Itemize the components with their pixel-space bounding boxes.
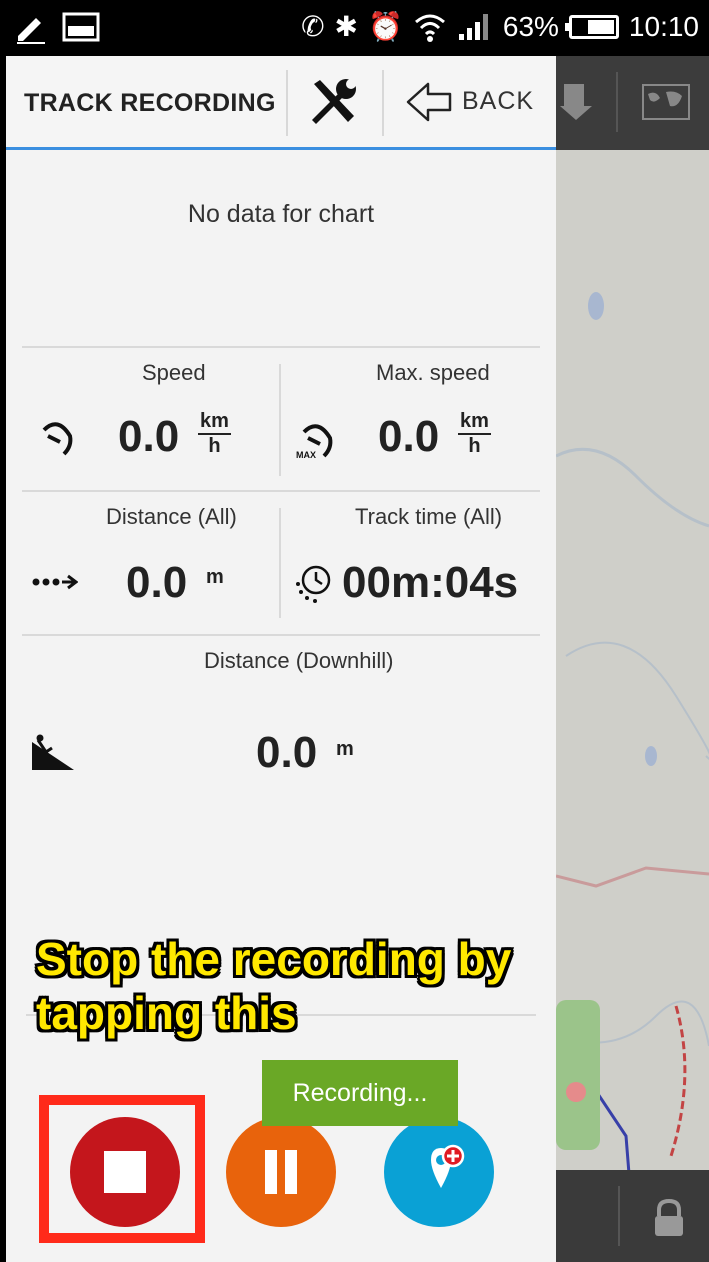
max-speed-label: Max. speed <box>376 360 490 385</box>
map-features <box>556 56 709 1262</box>
battery-icon <box>564 15 619 39</box>
world-map-icon[interactable] <box>642 84 690 120</box>
track-time-value: 00m:04s <box>342 558 519 607</box>
back-button[interactable]: BACK <box>386 56 556 147</box>
distance-downhill-unit: m <box>336 738 354 760</box>
max-speed-unit: km h <box>458 410 491 457</box>
settings-button[interactable] <box>288 56 380 147</box>
distance-downhill-label: Distance (Downhill) <box>204 648 394 673</box>
distance-icon <box>32 574 78 590</box>
speed-value: 0.0 <box>118 412 180 461</box>
status-bar: ✆ ✱ ⏰ 63% 10:10 <box>0 0 709 56</box>
distance-downhill-value: 0.0 <box>256 728 318 777</box>
battery-percent: 63% <box>502 11 559 42</box>
speed-unit: km h <box>198 410 231 457</box>
distance-all-label: Distance (All) <box>106 504 237 529</box>
wifi-icon <box>414 14 445 42</box>
clock: 10:10 <box>628 11 699 42</box>
edit-icon <box>17 18 45 44</box>
map-view[interactable] <box>556 56 709 1262</box>
divider <box>22 346 540 348</box>
svg-text:MAX: MAX <box>296 450 316 460</box>
tutorial-caption: Stop the recording by tapping this <box>36 932 546 1040</box>
track-time-label: Track time (All) <box>355 504 503 529</box>
chart-empty-message: No data for chart <box>187 200 375 228</box>
map-toolbar <box>556 56 709 150</box>
distance-all-value: 0.0 <box>126 558 188 607</box>
speedometer-icon <box>42 422 73 456</box>
screen-icon <box>62 12 100 42</box>
max-speedometer-icon: MAX <box>296 424 333 460</box>
nfc-icon: ✆ <box>301 11 325 42</box>
caption-line: Stop the recording by <box>36 933 512 985</box>
stop-button-highlight <box>39 1095 205 1243</box>
pause-icon <box>285 1150 297 1194</box>
add-waypoint-button[interactable] <box>384 1117 494 1227</box>
bluetooth-icon: ✱ <box>334 11 358 42</box>
speed-label: Speed <box>142 360 206 385</box>
download-icon[interactable] <box>558 80 594 126</box>
lock-icon[interactable] <box>651 1198 687 1238</box>
header-divider <box>382 70 384 136</box>
stopwatch-icon <box>296 565 331 603</box>
alarm-icon: ⏰ <box>368 11 403 42</box>
caption-line: tapping this <box>36 987 297 1039</box>
pause-recording-button[interactable] <box>226 1117 336 1227</box>
divider <box>279 364 281 476</box>
distance-all-unit: m <box>206 566 224 588</box>
page-title: TRACK RECORDING <box>24 89 276 117</box>
tools-icon <box>312 78 356 124</box>
signal-icon <box>458 14 488 40</box>
back-label: BACK <box>462 87 535 115</box>
divider <box>22 634 540 636</box>
recording-toast: Recording... <box>262 1060 458 1126</box>
back-arrow-icon <box>406 82 452 121</box>
add-waypoint-icon <box>431 1144 465 1188</box>
max-speed-value: 0.0 <box>378 412 440 461</box>
divider <box>279 508 281 618</box>
divider <box>22 490 540 492</box>
downhill-icon <box>32 734 74 770</box>
pause-icon <box>265 1150 277 1194</box>
map-bottom-bar <box>556 1170 709 1262</box>
panel-header: TRACK RECORDING BACK <box>6 56 556 150</box>
